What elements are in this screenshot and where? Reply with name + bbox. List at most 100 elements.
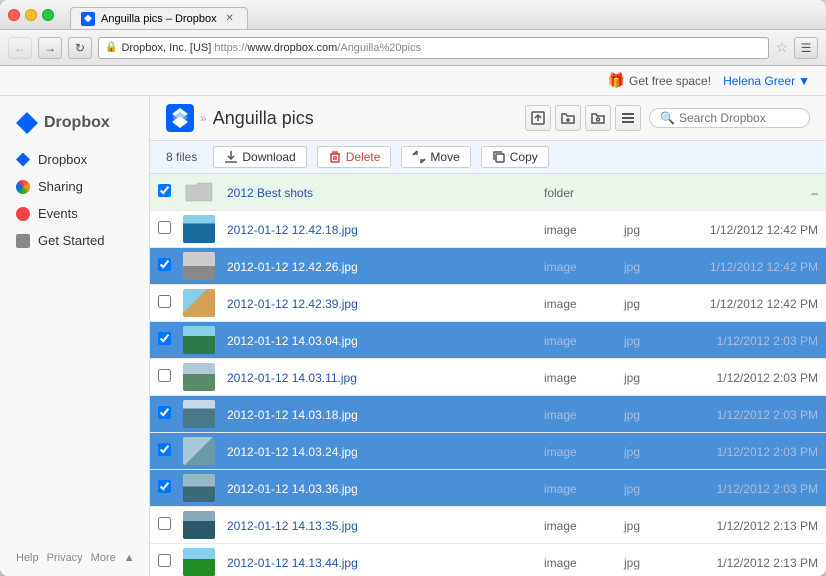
forward-button[interactable]: → [38,37,62,59]
row-checkbox[interactable] [158,184,171,197]
row-checkbox[interactable] [158,517,171,530]
file-name-cell[interactable]: 2012-01-12 14.03.18.jpg [219,396,536,433]
table-row[interactable]: 2012-01-12 12.42.26.jpg image jpg 1/12/2… [150,248,826,285]
file-name-cell[interactable]: 2012-01-12 14.03.04.jpg [219,322,536,359]
file-name-cell[interactable]: 2012-01-12 14.03.24.jpg [219,433,536,470]
sidebar-logo-label: Dropbox [44,114,110,132]
row-checkbox[interactable] [158,554,171,567]
table-row[interactable]: 2012-01-12 14.03.24.jpg image jpg 1/12/2… [150,433,826,470]
row-checkbox[interactable] [158,258,171,271]
footer-help[interactable]: Help [16,552,39,564]
file-type-cell: folder [536,174,616,211]
file-thumbnail [183,548,215,576]
footer-privacy[interactable]: Privacy [47,552,83,564]
file-ext: jpg [624,260,640,274]
menu-button[interactable]: ☰ [794,37,818,59]
row-checkbox-cell[interactable] [150,322,179,359]
row-checkbox-cell[interactable] [150,470,179,507]
file-ext: jpg [624,223,640,237]
sidebar-item-dropbox[interactable]: Dropbox [0,146,149,173]
table-row[interactable]: 2012-01-12 14.13.35.jpg image jpg 1/12/2… [150,507,826,544]
file-date: – [811,186,818,200]
get-free-space-link[interactable]: 🎁 Get free space! [608,72,711,89]
active-tab[interactable]: Anguilla pics – Dropbox ✕ [70,7,248,29]
breadcrumb: » Anguilla pics [166,104,314,132]
file-name-cell[interactable]: 2012 Best shots [219,174,536,211]
row-checkbox-cell[interactable] [150,396,179,433]
file-type-cell: image [536,433,616,470]
share-folder-icon-btn[interactable] [585,105,611,131]
back-button[interactable]: ← [8,37,32,59]
file-type-cell: image [536,322,616,359]
user-menu[interactable]: Helena Greer ▼ [723,74,810,88]
table-row[interactable]: 2012-01-12 12.42.18.jpg image jpg 1/12/2… [150,211,826,248]
row-checkbox[interactable] [158,406,171,419]
file-ext: jpg [624,556,640,570]
move-button[interactable]: Move [401,146,470,168]
row-checkbox-cell[interactable] [150,174,179,211]
thumbnail-cell [179,285,219,322]
maximize-button[interactable] [42,9,54,21]
file-ext-cell: jpg [616,433,666,470]
file-ext: jpg [624,408,640,422]
copy-button[interactable]: Copy [481,146,549,168]
row-checkbox-cell[interactable] [150,285,179,322]
table-row[interactable]: 2012-01-12 14.03.18.jpg image jpg 1/12/2… [150,396,826,433]
file-type: image [544,408,577,422]
file-date: 1/12/2012 2:03 PM [717,408,818,422]
dropbox-diamond-icon [16,112,38,134]
row-checkbox[interactable] [158,332,171,345]
file-thumbnail [183,252,215,280]
row-checkbox-cell[interactable] [150,359,179,396]
upload-icon-btn[interactable] [525,105,551,131]
row-checkbox[interactable] [158,295,171,308]
table-row[interactable]: 2012 Best shots folder – [150,174,826,211]
sidebar-item-events[interactable]: Events [0,200,149,227]
footer-more[interactable]: More [91,552,116,564]
file-name-cell[interactable]: 2012-01-12 14.13.35.jpg [219,507,536,544]
row-checkbox[interactable] [158,443,171,456]
url-path: /Anguilla%20pics [337,42,421,54]
settings-icon-btn[interactable] [615,105,641,131]
address-bar[interactable]: 🔒 Dropbox, Inc. [US] https://www.dropbox… [98,37,769,59]
file-name-cell[interactable]: 2012-01-12 14.03.11.jpg [219,359,536,396]
file-date-cell: 1/12/2012 2:03 PM [666,396,826,433]
file-name-cell[interactable]: 2012-01-12 12.42.18.jpg [219,211,536,248]
tab-close-button[interactable]: ✕ [223,12,237,26]
bookmark-star[interactable]: ☆ [775,39,788,56]
search-input[interactable] [679,111,799,125]
table-row[interactable]: 2012-01-12 14.13.44.jpg image jpg 1/12/2… [150,544,826,576]
row-checkbox-cell[interactable] [150,211,179,248]
table-row[interactable]: 2012-01-12 14.03.36.jpg image jpg 1/12/2… [150,470,826,507]
delete-button[interactable]: Delete [317,146,392,168]
row-checkbox-cell[interactable] [150,507,179,544]
file-name-cell[interactable]: 2012-01-12 14.03.36.jpg [219,470,536,507]
sidebar-item-sharing[interactable]: Sharing [0,173,149,200]
file-name-cell[interactable]: 2012-01-12 12.42.39.jpg [219,285,536,322]
traffic-lights [8,9,54,21]
file-table: 2012 Best shots folder – 2012-01-12 12.4… [150,174,826,576]
row-checkbox-cell[interactable] [150,433,179,470]
row-checkbox-cell[interactable] [150,544,179,576]
row-checkbox[interactable] [158,480,171,493]
refresh-button[interactable]: ↻ [68,37,92,59]
row-checkbox-cell[interactable] [150,248,179,285]
table-row[interactable]: 2012-01-12 12.42.39.jpg image jpg 1/12/2… [150,285,826,322]
table-row[interactable]: 2012-01-12 14.03.11.jpg image jpg 1/12/2… [150,359,826,396]
file-type: image [544,445,577,459]
file-date: 1/12/2012 2:03 PM [717,445,818,459]
minimize-button[interactable] [25,9,37,21]
file-name-cell[interactable]: 2012-01-12 14.13.44.jpg [219,544,536,576]
row-checkbox[interactable] [158,369,171,382]
gift-icon: 🎁 [608,72,625,89]
new-folder-icon-btn[interactable] [555,105,581,131]
close-button[interactable] [8,9,20,21]
file-thumbnail [183,400,215,428]
sidebar-item-get-started[interactable]: Get Started [0,227,149,254]
file-name-cell[interactable]: 2012-01-12 12.42.26.jpg [219,248,536,285]
row-checkbox[interactable] [158,221,171,234]
download-button[interactable]: Download [213,146,306,168]
file-thumbnail [183,289,215,317]
table-row[interactable]: 2012-01-12 14.03.04.jpg image jpg 1/12/2… [150,322,826,359]
breadcrumb-title: Anguilla pics [213,108,314,129]
